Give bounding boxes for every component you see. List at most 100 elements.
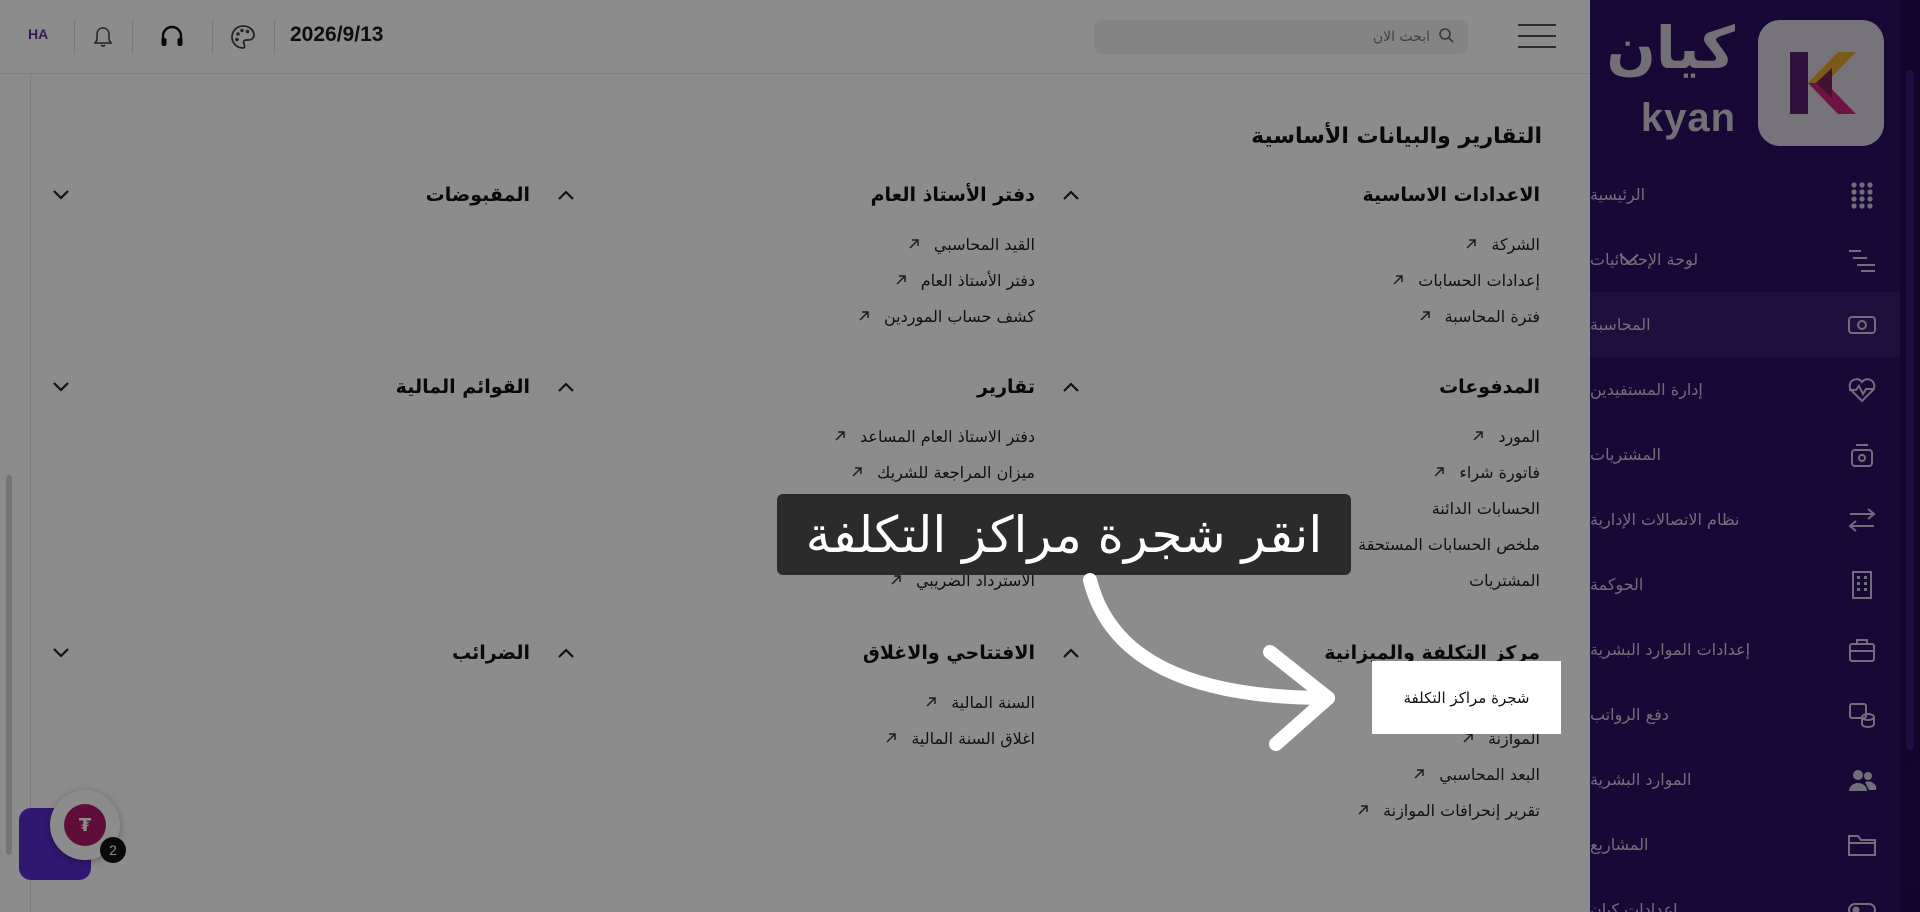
report-link-label: الشركة xyxy=(1491,234,1540,254)
sidebar-item-11[interactable]: إعدادات كيان xyxy=(1590,877,1900,912)
search-box[interactable] xyxy=(1094,20,1468,54)
report-link[interactable]: فاتورة شراء xyxy=(1060,454,1540,490)
sidebar-scrollbar[interactable] xyxy=(1900,0,1920,912)
external-arrow-icon xyxy=(834,430,846,442)
headset-icon[interactable] xyxy=(157,22,187,52)
kyan-logo-icon xyxy=(1758,20,1884,146)
highlight-cost-center-tree[interactable]: شجرة مراكز التكلفة xyxy=(1372,661,1561,734)
chevron-down-icon[interactable] xyxy=(50,376,72,398)
current-date: 2026/9/13 xyxy=(290,23,384,46)
external-arrow-icon xyxy=(1357,804,1369,816)
page-scrollbar[interactable] xyxy=(6,475,12,855)
report-link[interactable]: السنة المالية xyxy=(555,684,1035,720)
grid-dots-icon xyxy=(1846,179,1878,211)
sidebar-item-7[interactable]: إعدادات الموارد البشرية xyxy=(1590,617,1900,682)
sidebar-item-4[interactable]: المشتريات xyxy=(1590,422,1900,487)
divider xyxy=(212,20,213,54)
chevron-down-icon[interactable] xyxy=(50,642,72,664)
external-arrow-icon xyxy=(1419,310,1431,322)
report-link-label: البعد المحاسبي xyxy=(1439,764,1540,784)
report-link[interactable]: المورد xyxy=(1060,418,1540,454)
report-link[interactable]: القيد المحاسبي xyxy=(555,226,1035,262)
sidebar: كيان kyan الرئيسية لوحة الإحصائيات المحاسب… xyxy=(1590,0,1920,912)
report-link-label: ملخص الحسابات المستحقة xyxy=(1358,534,1540,554)
tutorial-callout: انقر شجرة مراكز التكلفة xyxy=(777,494,1351,575)
section-2: المقبوضات xyxy=(50,180,530,226)
report-link[interactable]: ميزان المراجعة للشريك xyxy=(555,454,1035,490)
chevron-up-icon[interactable] xyxy=(555,184,577,206)
report-link[interactable]: تقرير إنحرافات الموازنة xyxy=(1060,792,1540,828)
sidebar-item-label: لوحة الإحصائيات xyxy=(1590,250,1699,269)
section-header[interactable]: المقبوضات xyxy=(50,180,530,210)
sidebar-item-0[interactable]: الرئيسية xyxy=(1590,162,1900,227)
sidebar-item-2[interactable]: المحاسبة xyxy=(1590,292,1900,357)
section-header[interactable]: المدفوعات xyxy=(1060,372,1540,402)
sidebar-item-10[interactable]: المشاريع xyxy=(1590,812,1900,877)
chevron-up-icon[interactable] xyxy=(1060,376,1082,398)
external-arrow-icon xyxy=(858,310,870,322)
report-link-label: اغلاق السنة المالية xyxy=(911,728,1035,748)
chevron-up-icon[interactable] xyxy=(1060,184,1082,206)
report-link-label: فترة المحاسبة xyxy=(1444,306,1540,326)
search-input[interactable] xyxy=(1130,29,1430,45)
report-link[interactable]: فترة المحاسبة xyxy=(1060,298,1540,334)
sidebar-item-label: الموارد البشرية xyxy=(1590,770,1692,789)
section-header[interactable]: دفتر الأستاذ العام xyxy=(555,180,1035,210)
external-arrow-icon xyxy=(1392,274,1404,286)
sidebar-item-9[interactable]: الموارد البشرية xyxy=(1590,747,1900,812)
users-icon xyxy=(1846,764,1878,796)
heart-pulse-icon xyxy=(1846,374,1878,406)
chevron-down-icon[interactable] xyxy=(50,184,72,206)
report-link[interactable]: دفتر الأستاذ العام xyxy=(555,262,1035,298)
sidebar-item-label: إعدادات كيان xyxy=(1590,900,1678,912)
section-links: القيد المحاسبي دفتر الأستاذ العام كشف حساب… xyxy=(555,226,1035,334)
external-arrow-icon xyxy=(885,732,897,744)
sidebar-item-8[interactable]: دفع الرواتب xyxy=(1590,682,1900,747)
section-title: القوائم المالية xyxy=(395,376,530,398)
chevron-down-icon[interactable] xyxy=(1618,250,1640,269)
section-header[interactable]: الاعدادات الاساسية xyxy=(1060,180,1540,210)
top-bar: HA 2026/9/13 xyxy=(0,0,1590,74)
user-avatar[interactable]: HA xyxy=(28,26,48,42)
report-link[interactable]: اغلاق السنة المالية xyxy=(555,720,1035,756)
chevron-up-icon[interactable] xyxy=(555,376,577,398)
tutorial-arrow-icon xyxy=(1083,573,1335,751)
money-icon xyxy=(1846,309,1878,341)
divider xyxy=(132,20,133,54)
sidebar-item-6[interactable]: الحوكمة xyxy=(1590,552,1900,617)
external-arrow-icon xyxy=(1413,768,1425,780)
report-link[interactable]: كشف حساب الموردين xyxy=(555,298,1035,334)
palette-icon[interactable] xyxy=(228,22,258,52)
sidebar-item-label: المحاسبة xyxy=(1590,315,1651,334)
logo-text-en: kyan xyxy=(1640,96,1736,140)
sidebar-item-label: المشاريع xyxy=(1590,835,1649,854)
external-arrow-icon xyxy=(895,274,907,286)
sidebar-item-5[interactable]: نظام الاتصالات الإدارية xyxy=(1590,487,1900,552)
sidebar-item-1[interactable]: لوحة الإحصائيات xyxy=(1590,227,1900,292)
section-header[interactable]: تقارير xyxy=(555,372,1035,402)
section-header[interactable]: الافتتاحي والاغلاق xyxy=(555,638,1035,668)
chevron-up-icon[interactable] xyxy=(555,642,577,664)
report-link-label: ميزان المراجعة للشريك xyxy=(877,462,1035,482)
report-link-label: إعدادات الحسابات xyxy=(1418,270,1540,290)
section-title: تقارير xyxy=(977,376,1035,398)
sidebar-item-label: الحوكمة xyxy=(1590,575,1644,594)
chat-logo-icon: ₮ xyxy=(64,804,106,846)
bars-icon xyxy=(1846,244,1878,276)
menu-toggle-icon[interactable] xyxy=(1518,24,1556,50)
section-header[interactable]: الضرائب xyxy=(50,638,530,668)
report-link[interactable]: البعد المحاسبي xyxy=(1060,756,1540,792)
exchange-icon xyxy=(1846,504,1878,536)
report-link[interactable]: إعدادات الحسابات xyxy=(1060,262,1540,298)
bell-icon[interactable] xyxy=(88,22,118,52)
external-arrow-icon xyxy=(1465,238,1477,250)
report-link[interactable]: الشركة xyxy=(1060,226,1540,262)
section-header[interactable]: القوائم المالية xyxy=(50,372,530,402)
report-link[interactable]: دفتر الاستاذ العام المساعد xyxy=(555,418,1035,454)
sidebar-nav: الرئيسية لوحة الإحصائيات المحاسبة إدارة الم… xyxy=(1590,162,1900,912)
external-arrow-icon xyxy=(925,696,937,708)
divider xyxy=(274,20,275,54)
sidebar-item-3[interactable]: إدارة المستفيدين xyxy=(1590,357,1900,422)
report-link-label: المشتريات xyxy=(1469,570,1540,590)
sidebar-item-label: نظام الاتصالات الإدارية xyxy=(1590,510,1740,529)
